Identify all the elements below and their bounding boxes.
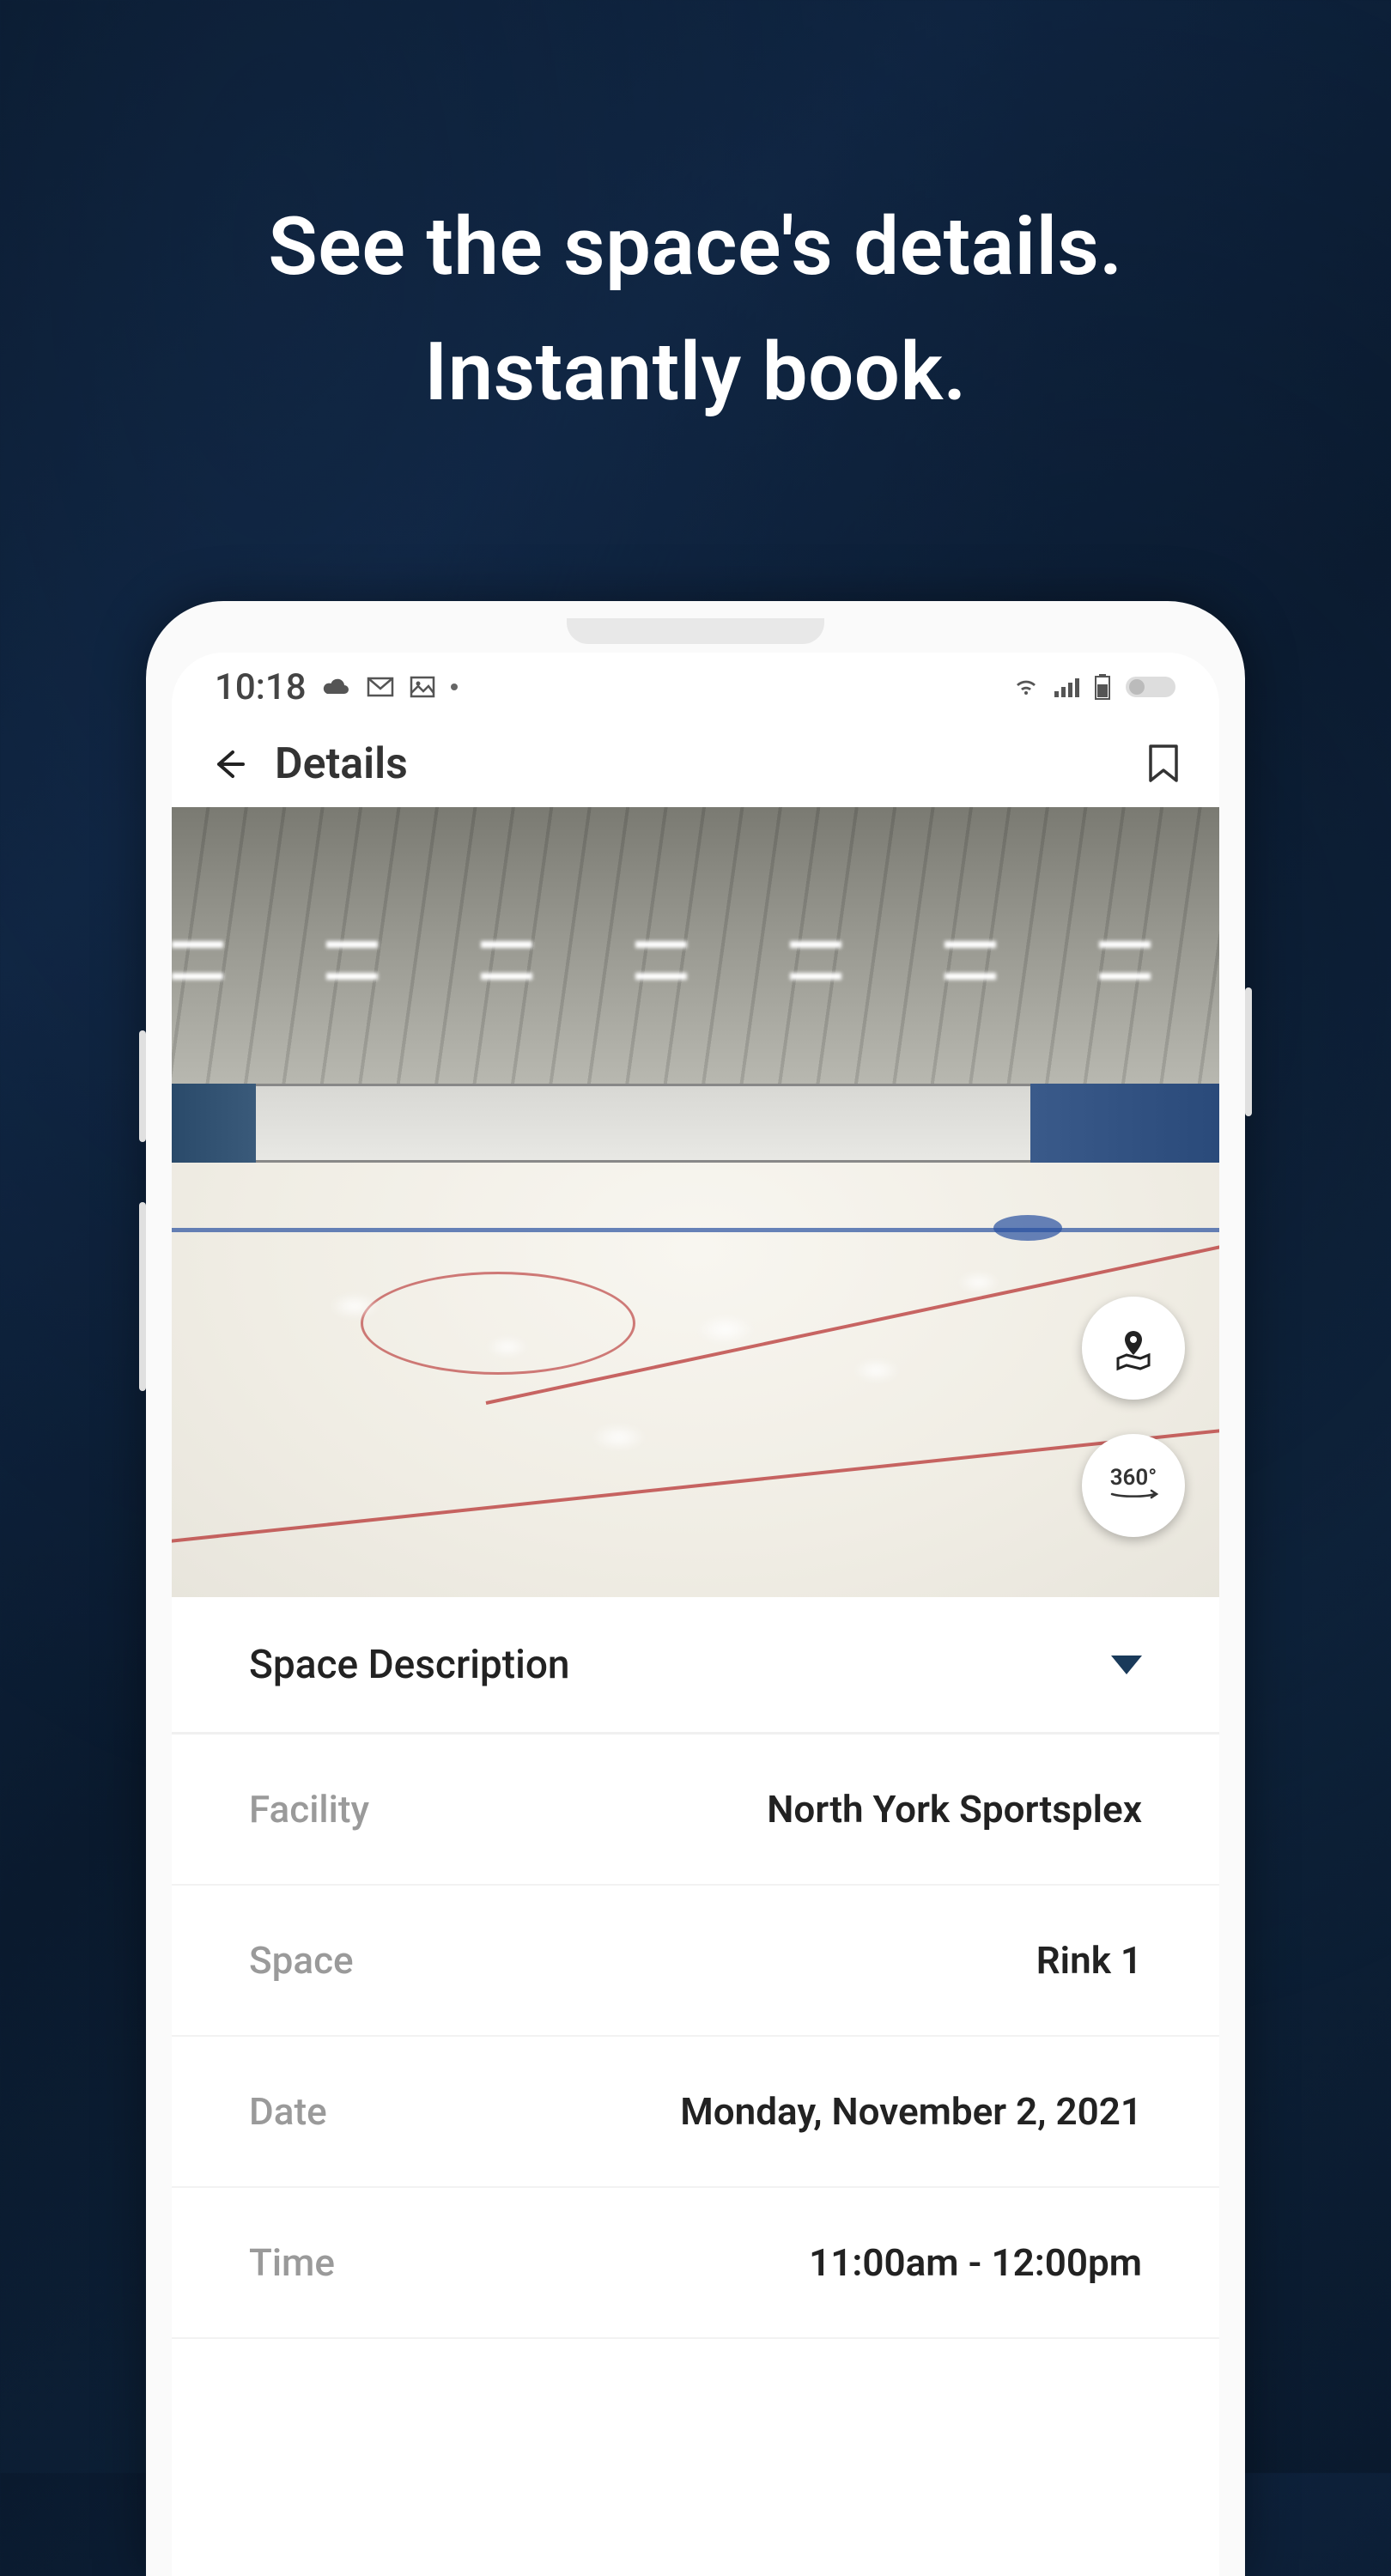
detail-label: Time (249, 2240, 335, 2285)
detail-row-facility: Facility North York Sportsplex (172, 1735, 1219, 1886)
rink-ice (172, 1163, 1219, 1597)
rink-face-off-circle (361, 1272, 635, 1375)
pill-icon (1125, 676, 1176, 698)
phone-mockup: 10:18 (146, 601, 1245, 2576)
accordion-title: Space Description (249, 1642, 570, 1688)
detail-label: Date (249, 2089, 327, 2134)
space-description-accordion[interactable]: Space Description (172, 1597, 1219, 1735)
view-360-label: 360° (1110, 1465, 1157, 1491)
gmail-icon (367, 677, 394, 697)
bookmark-button[interactable] (1142, 743, 1185, 786)
map-view-button[interactable] (1082, 1297, 1185, 1400)
app-bar: Details (172, 721, 1219, 807)
marketing-headline: See the space's details. Instantly book. (0, 185, 1391, 434)
ice-reflection (853, 1358, 900, 1382)
phone-side-button (139, 1030, 146, 1142)
detail-label: Facility (249, 1787, 369, 1832)
360-icon: 360° (1103, 1465, 1163, 1506)
ice-reflection (957, 1272, 1000, 1293)
status-right (1011, 674, 1176, 700)
battery-icon (1094, 674, 1111, 700)
detail-row-time: Time 11:00am - 12:00pm (172, 2188, 1219, 2339)
rink-blue-line (172, 1228, 1219, 1232)
back-button[interactable] (206, 743, 249, 786)
ice-reflection (696, 1315, 756, 1345)
phone-side-button (139, 1202, 146, 1391)
image-icon (410, 676, 435, 698)
wifi-icon (1011, 676, 1041, 698)
status-left: 10:18 (215, 666, 458, 708)
detail-row-date: Date Monday, November 2, 2021 (172, 2037, 1219, 2188)
bookmark-icon (1147, 744, 1180, 784)
detail-value: Monday, November 2, 2021 (680, 2089, 1142, 2134)
detail-value: 11:00am - 12:00pm (809, 2240, 1142, 2285)
ice-reflection (591, 1424, 647, 1451)
rink-goal-line (172, 1413, 1219, 1548)
rink-seats (1030, 1084, 1219, 1163)
status-time: 10:18 (215, 666, 307, 708)
headline-line-1: See the space's details. (0, 185, 1391, 310)
phone-notch (567, 618, 824, 644)
detail-value: North York Sportsplex (767, 1787, 1142, 1832)
signal-icon (1054, 677, 1080, 697)
ice-reflection (329, 1293, 380, 1319)
phone-side-button (1245, 987, 1252, 1116)
phone-screen: 10:18 (172, 653, 1219, 2576)
detail-value: Rink 1 (1036, 1938, 1142, 1983)
dot-icon (451, 683, 458, 690)
page-title: Details (275, 739, 1116, 789)
map-pin-icon (1109, 1324, 1157, 1372)
rink-lights (172, 926, 1219, 1005)
detail-row-space: Space Rink 1 (172, 1886, 1219, 2037)
view-360-button[interactable]: 360° (1082, 1434, 1185, 1537)
detail-label: Space (249, 1938, 354, 1983)
headline-line-2: Instantly book. (0, 310, 1391, 435)
arrow-left-icon (209, 745, 246, 783)
chevron-down-icon (1111, 1656, 1142, 1674)
cloud-icon (322, 677, 351, 697)
space-hero-image: 360° (172, 807, 1219, 1597)
status-bar: 10:18 (172, 653, 1219, 721)
rink-seats (172, 1084, 256, 1163)
